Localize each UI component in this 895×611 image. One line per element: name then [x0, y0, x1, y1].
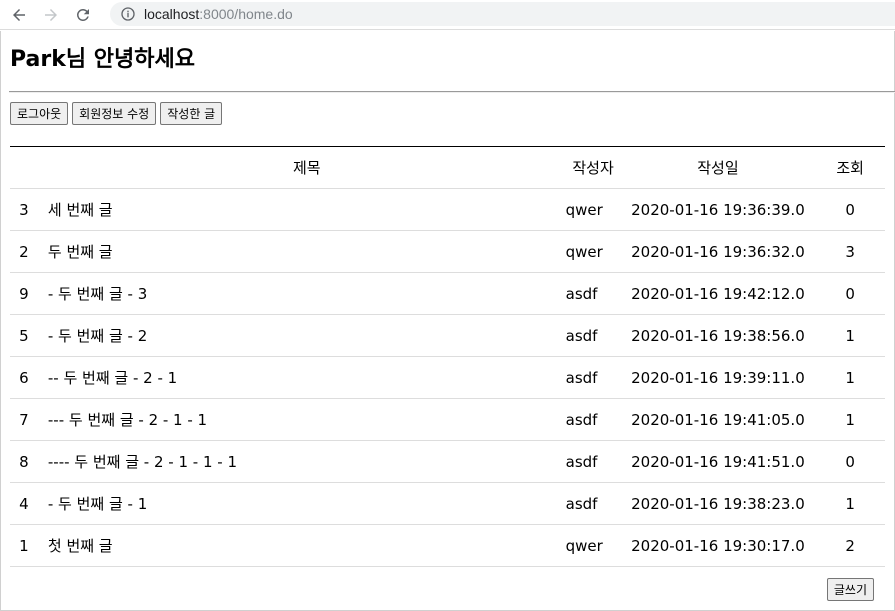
row-date: 2020-01-16 19:41:51.0	[620, 440, 816, 483]
row-title-link[interactable]: - 두 번째 글 - 2	[37, 314, 566, 357]
row-views: 2	[815, 524, 885, 567]
reload-icon	[76, 8, 89, 21]
row-number: 1	[10, 524, 38, 567]
row-number: 2	[10, 230, 38, 273]
url-host: localhost	[144, 6, 200, 22]
row-views: 0	[815, 272, 885, 315]
table-row[interactable]: 4- 두 번째 글 - 1 asdf 2020-01-16 19:38:23.0 1	[10, 482, 885, 525]
table-header-row: 제목 작성자 작성일 조회	[10, 146, 885, 189]
table-row[interactable]: 7 --- 두 번째 글 - 2 - 1 - 1 asdf 2020-01-16 19…	[10, 398, 885, 441]
address-bar[interactable]: localhost:8000/home.do	[110, 2, 895, 26]
row-views: 0	[815, 440, 885, 483]
row-date: 2020-01-16 19:36:32.0	[620, 230, 816, 273]
browser-toolbar: localhost:8000/home.do	[0, 0, 895, 30]
logout-button[interactable]: 로그아웃	[10, 102, 69, 125]
row-title-link[interactable]: 첫 번째 글	[37, 524, 566, 567]
table-row[interactable]: 2두 번째 글 qwer 2020-01-16 19:36:32.0 3	[10, 230, 885, 273]
write-post-button[interactable]: 글쓰기	[826, 578, 874, 601]
row-number: 4	[10, 482, 38, 525]
row-number: 9	[10, 272, 38, 315]
row-writer: asdf	[565, 440, 621, 483]
row-number: 3	[10, 188, 38, 231]
reload-button[interactable]	[70, 2, 96, 28]
header-title: 제목	[37, 146, 566, 189]
row-writer: asdf	[565, 314, 621, 357]
row-title-link[interactable]: --- 두 번째 글 - 2 - 1 - 1	[37, 398, 566, 441]
arrow-right-icon	[45, 8, 57, 21]
my-posts-button[interactable]: 작성한 글	[160, 102, 223, 125]
row-number: 7	[10, 398, 38, 441]
table-row[interactable]: 8 ---- 두 번째 글 - 2 - 1 - 1 - 1 asdf 2020-01-…	[10, 440, 885, 483]
row-writer: asdf	[565, 482, 621, 525]
table-row[interactable]: 3세 번째 글 qwer 2020-01-16 19:36:39.0 0	[10, 188, 885, 231]
row-date: 2020-01-16 19:36:39.0	[620, 188, 816, 231]
row-date: 2020-01-16 19:38:23.0	[620, 482, 816, 525]
edit-profile-button[interactable]: 회원정보 수정	[72, 102, 157, 125]
row-views: 1	[815, 482, 885, 525]
row-title-link[interactable]: ---- 두 번째 글 - 2 - 1 - 1 - 1	[37, 440, 566, 483]
row-writer: qwer	[565, 524, 621, 567]
row-date: 2020-01-16 19:41:05.0	[620, 398, 816, 441]
row-writer: asdf	[565, 356, 621, 399]
row-views: 1	[815, 398, 885, 441]
table-row[interactable]: 5- 두 번째 글 - 2 asdf 2020-01-16 19:38:56.0 1	[10, 314, 885, 357]
row-writer: qwer	[565, 230, 621, 273]
row-views: 1	[815, 356, 885, 399]
row-title-link[interactable]: - 두 번째 글 - 3	[37, 272, 566, 315]
row-views: 0	[815, 188, 885, 231]
row-number: 5	[10, 314, 38, 357]
row-date: 2020-01-16 19:42:12.0	[620, 272, 816, 315]
row-title-link[interactable]: - 두 번째 글 - 1	[37, 482, 566, 525]
row-views: 3	[815, 230, 885, 273]
row-title-link[interactable]: -- 두 번째 글 - 2 - 1	[37, 356, 566, 399]
user-actions: 로그아웃 회원정보 수정 작성한 글	[10, 102, 223, 125]
row-number: 6	[10, 356, 38, 399]
row-views: 1	[815, 314, 885, 357]
row-title-link[interactable]: 세 번째 글	[37, 188, 566, 231]
row-writer: qwer	[565, 188, 621, 231]
row-writer: asdf	[565, 272, 621, 315]
row-writer: asdf	[565, 398, 621, 441]
post-table: 제목 작성자 작성일 조회 3세 번째 글 qwer 2020-01-16 19:3…	[10, 146, 885, 567]
row-date: 2020-01-16 19:38:56.0	[620, 314, 816, 357]
forward-button[interactable]	[38, 2, 64, 28]
divider	[9, 91, 895, 93]
row-date: 2020-01-16 19:39:11.0	[620, 356, 816, 399]
table-row[interactable]: 6 -- 두 번째 글 - 2 - 1 asdf 2020-01-16 19:39:1…	[10, 356, 885, 399]
row-number: 8	[10, 440, 38, 483]
row-title-link[interactable]: 두 번째 글	[37, 230, 566, 273]
arrow-left-icon	[13, 8, 25, 21]
url-path: :8000/home.do	[199, 6, 293, 22]
table-row[interactable]: 1첫 번째 글 qwer 2020-01-16 19:30:17.0 2	[10, 524, 885, 567]
info-icon	[121, 7, 135, 21]
header-no	[10, 146, 38, 189]
page-content: Park님 안녕하세요 로그아웃 회원정보 수정 작성한 글 제목 작성자 작성…	[0, 31, 895, 611]
header-views: 조회	[815, 146, 885, 189]
back-button[interactable]	[6, 2, 32, 28]
row-date: 2020-01-16 19:30:17.0	[620, 524, 816, 567]
table-row[interactable]: 9- 두 번째 글 - 3 asdf 2020-01-16 19:42:12.0 0	[10, 272, 885, 315]
header-writer: 작성자	[565, 146, 621, 189]
page-title: Park님 안녕하세요	[10, 47, 195, 72]
header-date: 작성일	[620, 146, 816, 189]
